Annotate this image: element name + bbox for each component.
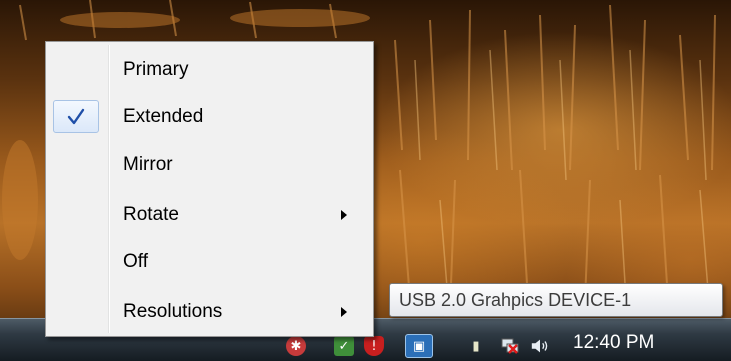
menu-item-label: Resolutions — [123, 301, 223, 322]
usb-device-tooltip: USB 2.0 Grahpics DEVICE-1 — [389, 283, 723, 317]
network-alert-icon[interactable]: ✱ — [286, 336, 306, 356]
menu-item-label: Primary — [123, 59, 189, 80]
menu-item-extended[interactable]: Extended — [49, 95, 370, 139]
usb-display-icon[interactable]: ▣ — [405, 334, 433, 358]
menu-item-label: Extended — [123, 106, 204, 127]
menu-item-label: Rotate — [123, 204, 179, 225]
network-disconnected-icon[interactable] — [500, 336, 520, 356]
menu-item-mirror[interactable]: Mirror — [49, 143, 370, 187]
menu-item-rotate[interactable]: Rotate — [49, 193, 370, 237]
menu-item-primary[interactable]: Primary — [49, 48, 370, 92]
display-context-menu: Primary Extended Mirror Rotate Off Resol… — [45, 41, 374, 337]
submenu-arrow-icon — [341, 307, 347, 317]
security-center-icon[interactable]: ✓ — [334, 336, 354, 356]
power-icon[interactable]: ▮ — [466, 336, 486, 356]
menu-item-off[interactable]: Off — [49, 240, 370, 284]
submenu-arrow-icon — [341, 210, 347, 220]
checkmark-icon — [67, 108, 85, 124]
check-highlight — [53, 100, 99, 133]
volume-icon[interactable] — [530, 336, 550, 356]
taskbar-clock[interactable]: 12:40 PM — [573, 329, 723, 357]
menu-item-label: Off — [123, 251, 148, 272]
menu-item-label: Mirror — [123, 154, 173, 175]
shield-alert-icon[interactable]: ! — [364, 336, 384, 356]
menu-item-resolutions[interactable]: Resolutions — [49, 290, 370, 334]
